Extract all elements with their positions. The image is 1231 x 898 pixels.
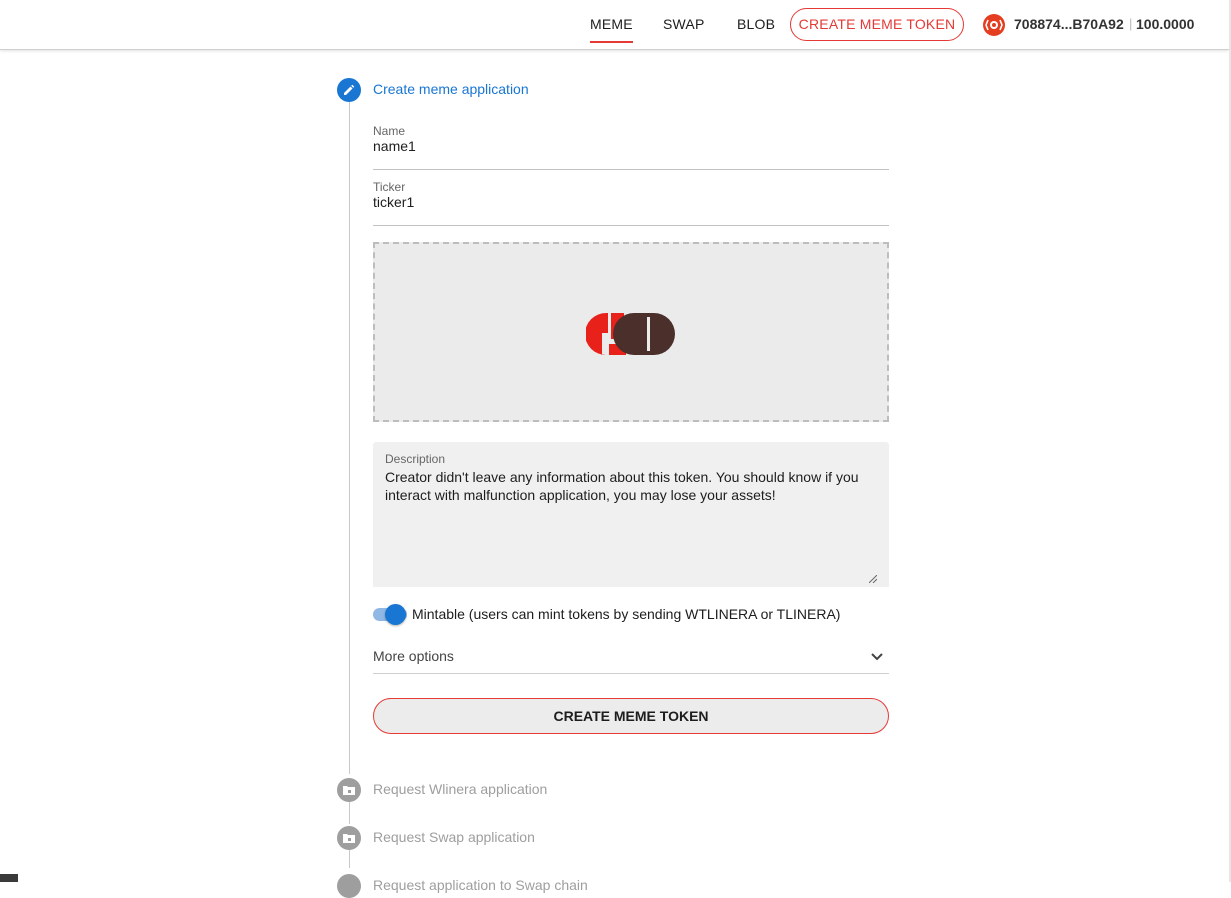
ticker-input[interactable]: [373, 194, 889, 210]
name-field: Name: [373, 124, 889, 170]
create-meme-token-button[interactable]: CREATE MEME TOKEN: [373, 698, 889, 734]
ticker-label: Ticker: [373, 180, 406, 194]
step-1-pencil-icon[interactable]: [337, 78, 361, 102]
mintable-label[interactable]: Mintable (users can mint tokens by sendi…: [412, 606, 840, 622]
ticker-field: Ticker: [373, 180, 889, 226]
wallet-balance: 100.0000: [1136, 16, 1195, 32]
step-4-folder-icon[interactable]: [337, 874, 361, 898]
corner-indicator: [0, 874, 18, 882]
stepper-connector: [349, 850, 350, 868]
step-1-title[interactable]: Create meme application: [373, 81, 529, 97]
more-options-label: More options: [373, 648, 454, 664]
step-3-folder-icon[interactable]: [337, 826, 361, 850]
more-options-expander[interactable]: More options: [373, 640, 889, 674]
step-2-title[interactable]: Request Wlinera application: [373, 781, 547, 797]
resize-grip-icon[interactable]: [869, 575, 877, 583]
step-3-title[interactable]: Request Swap application: [373, 829, 535, 845]
description-label: Description: [385, 452, 446, 466]
name-input[interactable]: [373, 138, 889, 154]
wallet-address[interactable]: 708874...B70A92: [1014, 16, 1124, 32]
step-4-title[interactable]: Request application to Swap chain: [373, 877, 588, 893]
meme-logo-icon: [586, 313, 675, 355]
image-upload-dropzone[interactable]: [373, 242, 889, 422]
description-field: Description Creator didn't leave any inf…: [373, 442, 889, 587]
linera-logo-icon[interactable]: [983, 14, 1005, 36]
nav-tab-blob[interactable]: BLOB: [737, 0, 775, 49]
create-meme-token-nav-button[interactable]: CREATE MEME TOKEN: [790, 8, 964, 41]
top-nav-bar: MEME SWAP BLOB CREATE MEME TOKEN 708874.…: [0, 0, 1229, 50]
step-2-folder-icon[interactable]: [337, 778, 361, 802]
toggle-knob: [385, 604, 406, 625]
wallet-separator: |: [1129, 16, 1133, 31]
mintable-toggle[interactable]: [373, 604, 407, 625]
name-label: Name: [373, 124, 406, 138]
nav-tab-swap[interactable]: SWAP: [663, 0, 705, 49]
chevron-down-icon: [871, 653, 883, 661]
nav-tab-meme[interactable]: MEME: [590, 0, 633, 49]
description-textarea[interactable]: Creator didn't leave any information abo…: [385, 468, 875, 580]
stepper-connector: [349, 802, 350, 824]
stepper-connector: [349, 102, 350, 774]
